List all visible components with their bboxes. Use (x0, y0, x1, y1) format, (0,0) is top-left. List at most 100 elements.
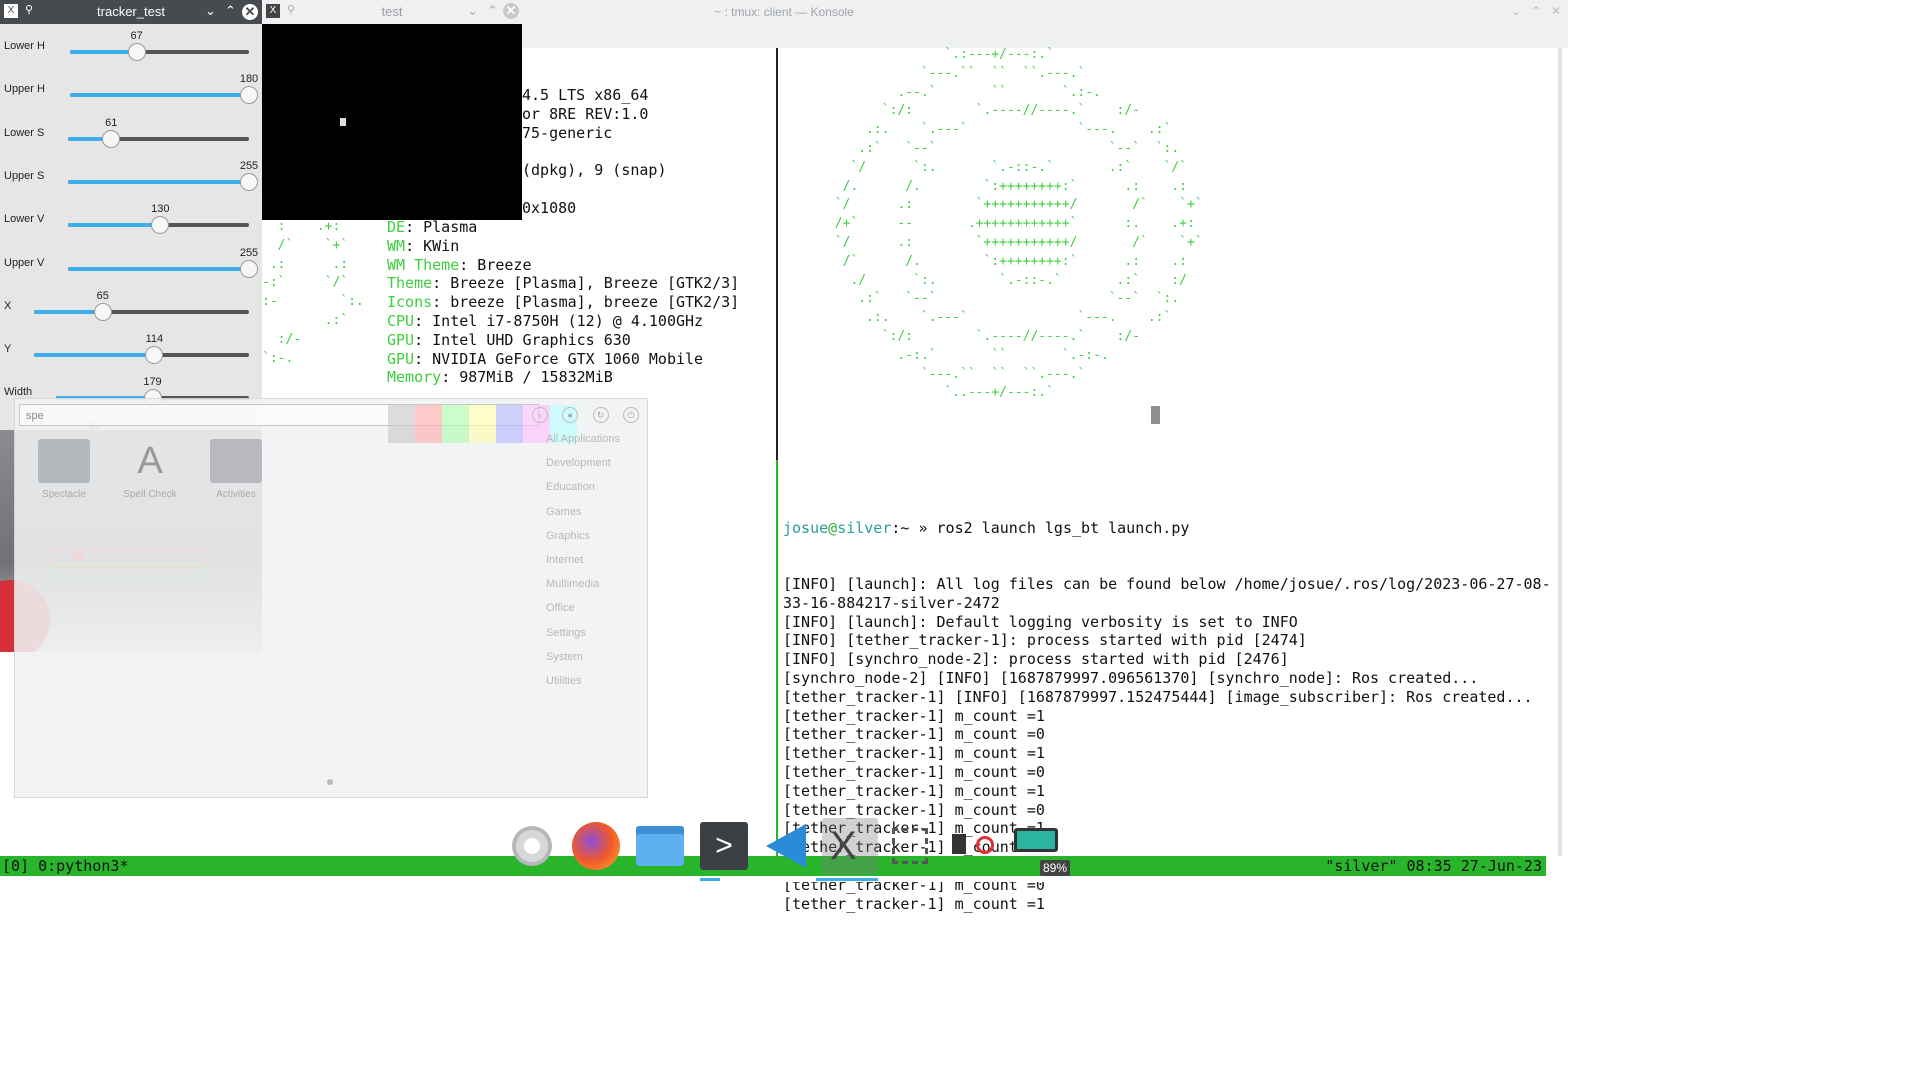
prompt-user: josue (783, 518, 829, 537)
neofetch-value: : breeze [Plasma], breeze [GTK2/3] (432, 293, 740, 312)
favorite-activities[interactable]: Activities (201, 439, 271, 500)
slider-handle[interactable] (145, 346, 164, 365)
prompt-line: josue@silver:~ » ros2 launch lgs_bt laun… (783, 518, 1190, 537)
slider-track[interactable] (70, 86, 258, 105)
test-window[interactable]: X ⚲ test ⌄ ⌃ ✕ (262, 0, 522, 220)
slider-label: X (4, 299, 12, 312)
test-window-titlebar[interactable]: X ⚲ test ⌄ ⌃ ✕ (262, 0, 522, 24)
favorite-spectacle[interactable]: Spectacle (29, 439, 99, 500)
slider-handle[interactable] (93, 302, 112, 321)
task-indicator (700, 878, 720, 881)
minimize-icon[interactable]: ⌄ (467, 3, 478, 19)
category-item[interactable]: Education (546, 481, 620, 505)
slider-handle[interactable] (151, 216, 170, 235)
slider-track[interactable] (68, 172, 258, 191)
x-window-icon[interactable]: X (822, 818, 878, 874)
neofetch-value: : Breeze (459, 255, 532, 274)
neofetch-line: 0x1080 (522, 198, 577, 217)
neofetch-line (522, 180, 667, 199)
maximize-icon[interactable]: ⌃ (1531, 4, 1541, 18)
slider-label: Upper S (4, 169, 45, 182)
battery-percent: 89% (1039, 860, 1070, 876)
close-icon[interactable]: ✕ (503, 3, 519, 19)
slider-handle[interactable] (240, 172, 258, 191)
terminal-icon[interactable]: > (696, 818, 752, 874)
log-line: [synchro_node-2] [INFO] [1687879997.0965… (783, 668, 1479, 687)
tracker-titlebar[interactable]: X ⚲ tracker_test ⌄ ⌃ ✕ (0, 0, 262, 24)
slider-handle[interactable] (240, 259, 258, 278)
neofetch-value: : Intel i7-8750H (12) @ 4.100GHz (414, 311, 704, 330)
maximize-icon[interactable]: ⌃ (225, 3, 236, 19)
volume-muted-icon[interactable] (946, 818, 1002, 874)
slider-value: 61 (105, 116, 118, 129)
prompt-command: ros2 launch lgs_bt launch.py (936, 518, 1190, 537)
slider-row-upper-h: Upper H 180 (0, 73, 262, 116)
neofetch-info-line: Theme: Breeze [Plasma], Breeze [GTK2/3] (387, 274, 739, 293)
category-item[interactable]: Utilities (546, 675, 620, 699)
slider-handle[interactable] (240, 86, 258, 105)
slider-track[interactable] (70, 43, 249, 61)
category-item[interactable]: Multimedia (546, 578, 620, 602)
slider-value: 65 (96, 289, 109, 302)
slider-fill (34, 353, 155, 358)
settings-icon[interactable] (504, 818, 560, 874)
minimize-icon[interactable]: ⌄ (205, 3, 216, 19)
slider-handle[interactable] (127, 43, 146, 61)
slider-value: 67 (130, 30, 143, 42)
refresh-icon[interactable]: ↻ (592, 407, 609, 423)
minimize-icon[interactable]: ⌄ (1511, 4, 1521, 18)
slider-track[interactable] (34, 346, 249, 365)
neofetch-top-lines: 4.5 LTS x86_64 or 8RE REV:1.0 75-generic (d… (522, 86, 667, 218)
category-item[interactable]: Settings (546, 627, 620, 651)
slider-label: Upper V (4, 256, 45, 269)
lock-icon[interactable]: ● (562, 407, 579, 423)
neofetch-key: WM Theme (387, 255, 460, 274)
close-icon[interactable]: ✕ (1551, 4, 1561, 18)
neofetch-line: 4.5 LTS x86_64 (522, 86, 649, 104)
back-icon[interactable]: ‹ (531, 407, 548, 423)
pane-divider-active (776, 460, 778, 856)
category-item[interactable]: Games (546, 506, 620, 530)
files-icon[interactable] (632, 818, 688, 874)
slider-track[interactable] (34, 302, 249, 321)
neofetch-value: : NVIDIA GeForce GTX 1060 Mobile (414, 349, 704, 368)
category-item[interactable]: Graphics (546, 530, 620, 554)
category-item[interactable]: All Applications (546, 433, 620, 457)
log-line: [tether_tracker-1] m_count =1 (783, 706, 1045, 725)
scrollbar[interactable] (1558, 48, 1562, 856)
slider-label: Width (4, 386, 33, 399)
slider-track[interactable] (68, 216, 249, 235)
vscode-icon[interactable] (758, 818, 814, 874)
neofetch-key: DE (387, 218, 406, 236)
neofetch-value: : Breeze [Plasma], Breeze [GTK2/3] (432, 274, 740, 293)
category-item[interactable]: Internet (546, 554, 620, 578)
slider-track[interactable] (68, 129, 249, 148)
neofetch-info-line: DE: Plasma (387, 218, 739, 237)
screenshot-icon[interactable] (884, 818, 940, 874)
category-item[interactable]: System (546, 651, 620, 675)
favorite-spell-check[interactable]: A Spell Check (115, 439, 185, 500)
category-item[interactable]: Development (546, 457, 620, 481)
battery-icon[interactable]: 89% (1010, 818, 1070, 876)
task-indicator-active (816, 878, 878, 881)
tmux-window-list[interactable]: [0] 0:python3* (2, 857, 128, 875)
slider-value: 114 (145, 333, 164, 346)
mouse-cursor-icon (340, 118, 346, 126)
log-line: [tether_tracker-1] [INFO] [1687879997.15… (783, 687, 1533, 706)
maximize-icon[interactable]: ⌃ (487, 3, 498, 19)
power-icon[interactable]: ⏻ (623, 407, 639, 423)
slider-track[interactable] (68, 259, 258, 278)
slider-row-y: Y 114 (0, 333, 262, 376)
log-line: [INFO] [synchro_node-2]: process started… (783, 650, 1289, 669)
slider-handle[interactable] (102, 129, 121, 148)
neofetch-info-line: GPU: Intel UHD Graphics 630 (387, 331, 739, 350)
category-item[interactable]: Office (546, 602, 620, 626)
firefox-icon[interactable] (568, 818, 624, 874)
pane-divider (776, 48, 778, 460)
close-icon[interactable]: ✕ (242, 4, 258, 20)
neofetch-line (522, 142, 667, 161)
neofetch-key: WM (387, 236, 406, 255)
prompt-symbol: » (909, 518, 937, 537)
log-line: [tether_tracker-1] m_count =1 (783, 781, 1045, 800)
application-launcher[interactable]: spe ‹ ● ↻ ⏻ Spectacle A Spell Check Acti… (14, 398, 648, 798)
